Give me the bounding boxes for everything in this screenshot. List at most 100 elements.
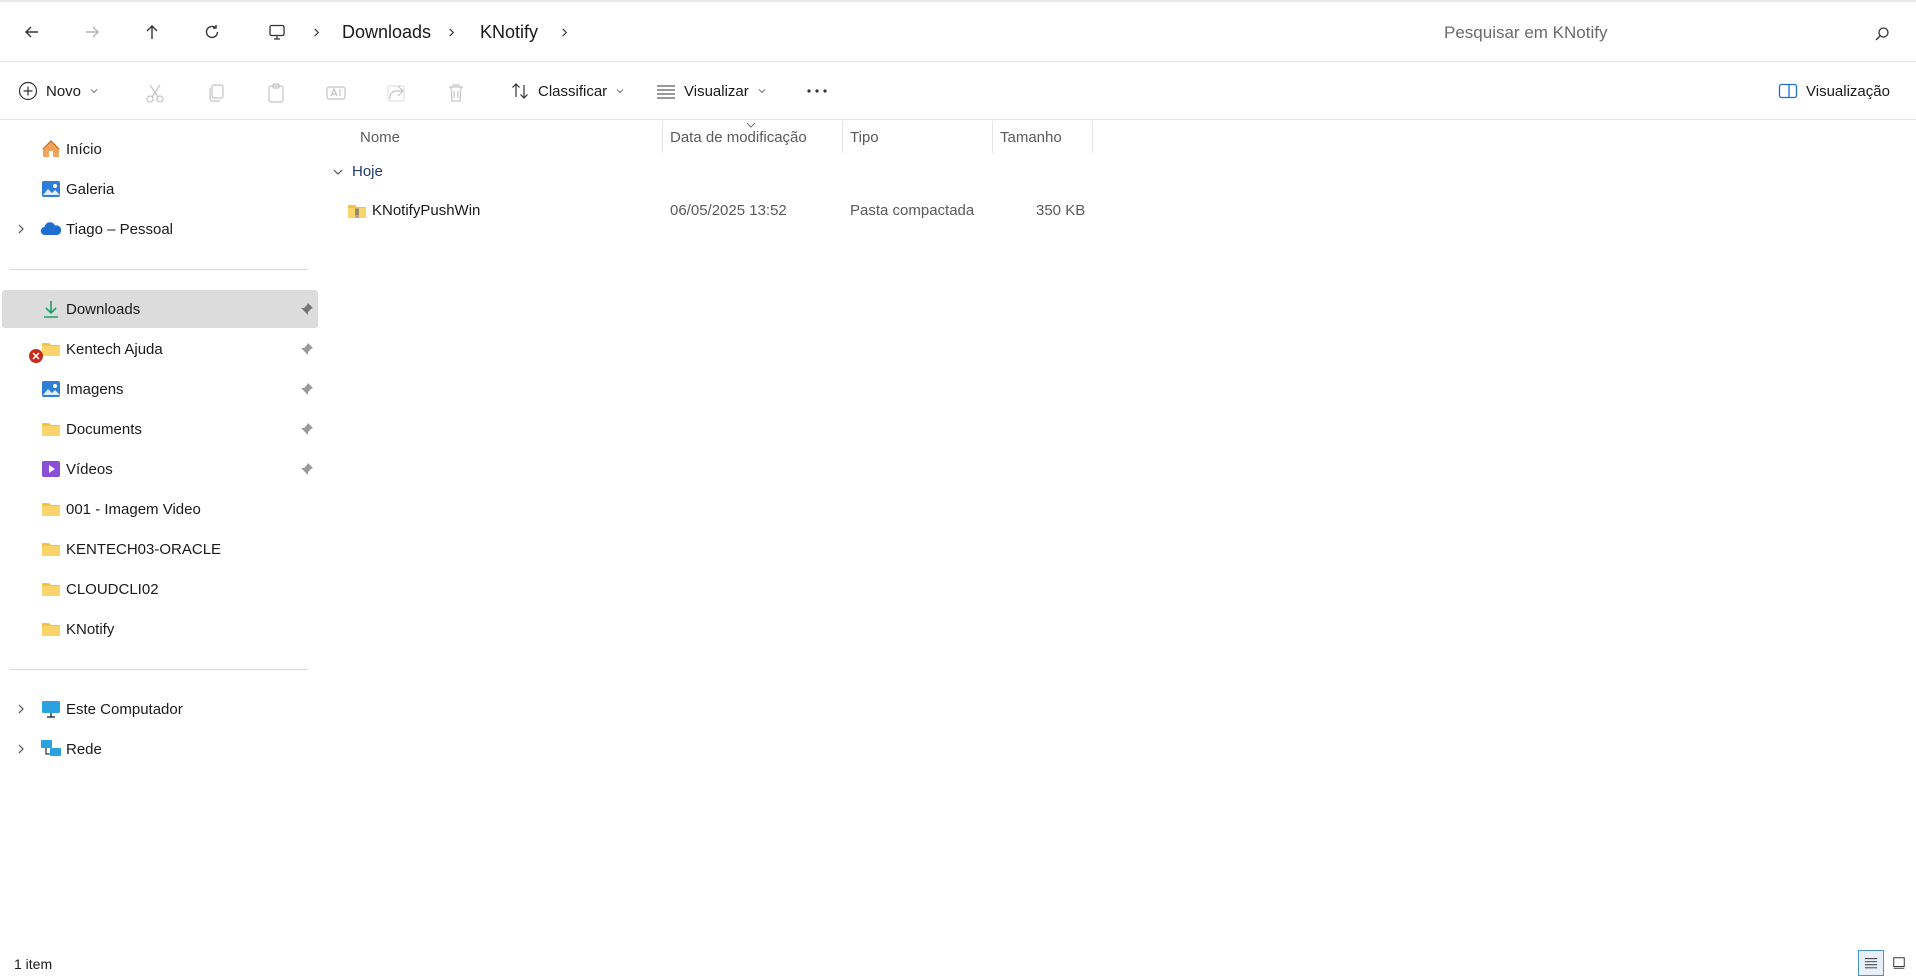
sidebar-item-rede[interactable]: Rede (2, 730, 318, 768)
home-icon (42, 140, 60, 157)
details-view-button[interactable] (1858, 950, 1884, 976)
refresh-button[interactable] (196, 16, 228, 48)
column-divider[interactable] (1092, 121, 1093, 153)
this-pc-button[interactable] (261, 16, 293, 48)
plus-circle-icon (18, 81, 38, 101)
videos-icon (42, 461, 60, 477)
column-header-type[interactable]: Tipo (850, 121, 879, 153)
folder-icon (42, 543, 60, 556)
sidebar-item-inicio[interactable]: Início (2, 130, 318, 168)
sidebar-item-label: Este Computador (66, 700, 183, 718)
chevron-right-icon[interactable] (309, 22, 323, 42)
folder-icon (42, 423, 60, 436)
tiles-view-icon (1893, 957, 1905, 969)
chevron-right-icon[interactable] (14, 742, 28, 756)
sidebar-item-label: Início (66, 140, 102, 158)
onedrive-cloud-icon (40, 222, 62, 236)
paste-icon[interactable] (265, 82, 287, 104)
copy-icon[interactable] (205, 82, 227, 104)
download-arrow-icon (44, 301, 58, 318)
sync-error-icon (29, 349, 43, 363)
forward-button[interactable] (76, 16, 108, 48)
chevron-right-icon[interactable] (557, 22, 571, 42)
file-type: Pasta compactada (850, 202, 975, 219)
refresh-icon (205, 25, 219, 39)
breadcrumb-downloads[interactable]: Downloads (342, 22, 431, 43)
chevron-down-icon (616, 89, 624, 94)
rename-icon[interactable] (325, 82, 347, 104)
details-view-icon (1864, 958, 1878, 969)
sidebar-item-videos[interactable]: Vídeos (2, 450, 318, 488)
column-divider[interactable] (662, 121, 663, 153)
sidebar-item-label: CLOUDCLI02 (66, 580, 159, 598)
table-row[interactable]: KNotifyPushWin 06/05/2025 13:52 Pasta co… (320, 193, 1100, 229)
column-header-size[interactable]: Tamanho (1000, 121, 1062, 153)
file-size: 350 KB (1036, 202, 1086, 219)
search-input[interactable]: Pesquisar em KNotify (1444, 23, 1607, 43)
search-icon[interactable] (1874, 26, 1890, 42)
sort-label: Classificar (538, 82, 608, 100)
view-button[interactable]: Visualizar (656, 74, 767, 108)
chevron-down-icon (758, 89, 766, 94)
chevron-down-icon (333, 169, 343, 175)
chevron-right-icon[interactable] (14, 222, 28, 236)
sidebar-item-cloudcli02[interactable]: CLOUDCLI02 (2, 570, 318, 608)
sidebar-divider (10, 669, 308, 670)
column-divider[interactable] (992, 121, 993, 153)
sidebar-item-kentech-ajuda[interactable]: Kentech Ajuda (2, 330, 318, 368)
command-bar: Novo Classificar Visualizar Visualização (0, 62, 1916, 120)
column-header-date[interactable]: Data de modificação (670, 121, 807, 153)
preview-label: Visualização (1806, 82, 1890, 100)
file-list: Nome Data de modificação Tipo Tamanho Ho… (320, 121, 1916, 941)
sidebar-item-imagens[interactable]: Imagens (2, 370, 318, 408)
sidebar-item-documents[interactable]: Documents (2, 410, 318, 448)
up-button[interactable] (136, 16, 168, 48)
up-arrow-icon (146, 25, 158, 39)
zip-folder-icon (348, 205, 366, 218)
breadcrumb-knotify[interactable]: KNotify (480, 22, 538, 43)
more-options-button[interactable] (805, 74, 829, 108)
file-name[interactable]: KNotifyPushWin (372, 202, 480, 219)
folder-icon (42, 583, 60, 596)
search-box[interactable]: Pesquisar em KNotify (1440, 20, 1900, 48)
sidebar-item-este-computador[interactable]: Este Computador (2, 690, 318, 728)
column-divider[interactable] (842, 121, 843, 153)
pin-icon (301, 423, 313, 435)
sidebar-item-downloads[interactable]: Downloads (2, 290, 318, 328)
back-button[interactable] (16, 16, 48, 48)
tiles-view-button[interactable] (1886, 950, 1912, 976)
chevron-right-icon[interactable] (14, 702, 28, 716)
sidebar-item-label: Rede (66, 740, 102, 758)
sidebar-item-galeria[interactable]: Galeria (2, 170, 318, 208)
sort-button[interactable]: Classificar (510, 74, 625, 108)
column-header-name[interactable]: Nome (360, 121, 400, 153)
pin-icon (301, 343, 313, 355)
cut-icon[interactable] (144, 82, 166, 104)
sidebar-item-label: Galeria (66, 180, 115, 198)
forward-arrow-icon (86, 26, 99, 38)
sidebar-item-001-imagem-video[interactable]: 001 - Imagem Video (2, 490, 318, 528)
chevron-right-icon[interactable] (444, 22, 458, 42)
ellipsis-icon (807, 89, 827, 93)
preview-pane-icon (1778, 83, 1798, 99)
sidebar-item-onedrive[interactable]: Tiago – Pessoal (2, 210, 318, 248)
sidebar-item-label: Downloads (66, 300, 141, 318)
sidebar-item-knotify[interactable]: KNotify (2, 610, 318, 648)
group-label: Hoje (352, 163, 383, 180)
sidebar-item-label: KENTECH03-ORACLE (66, 540, 222, 558)
new-button[interactable]: Novo (18, 74, 99, 108)
computer-icon (42, 701, 60, 718)
preview-pane-button[interactable]: Visualização (1778, 74, 1890, 108)
share-icon[interactable] (385, 82, 407, 104)
view-lines-icon (657, 85, 675, 99)
sidebar-item-label: Tiago – Pessoal (66, 220, 174, 238)
pictures-icon (42, 381, 60, 397)
back-arrow-icon (25, 26, 38, 38)
sidebar-item-kentech03-oracle[interactable]: KENTECH03-ORACLE (2, 530, 318, 568)
delete-icon[interactable] (445, 82, 467, 104)
folder-icon (42, 623, 60, 636)
sidebar-item-label: Vídeos (66, 460, 113, 478)
group-header-today[interactable]: Hoje (332, 163, 383, 180)
sidebar-item-label: KNotify (66, 620, 115, 638)
sidebar-item-label: Kentech Ajuda (66, 340, 163, 358)
